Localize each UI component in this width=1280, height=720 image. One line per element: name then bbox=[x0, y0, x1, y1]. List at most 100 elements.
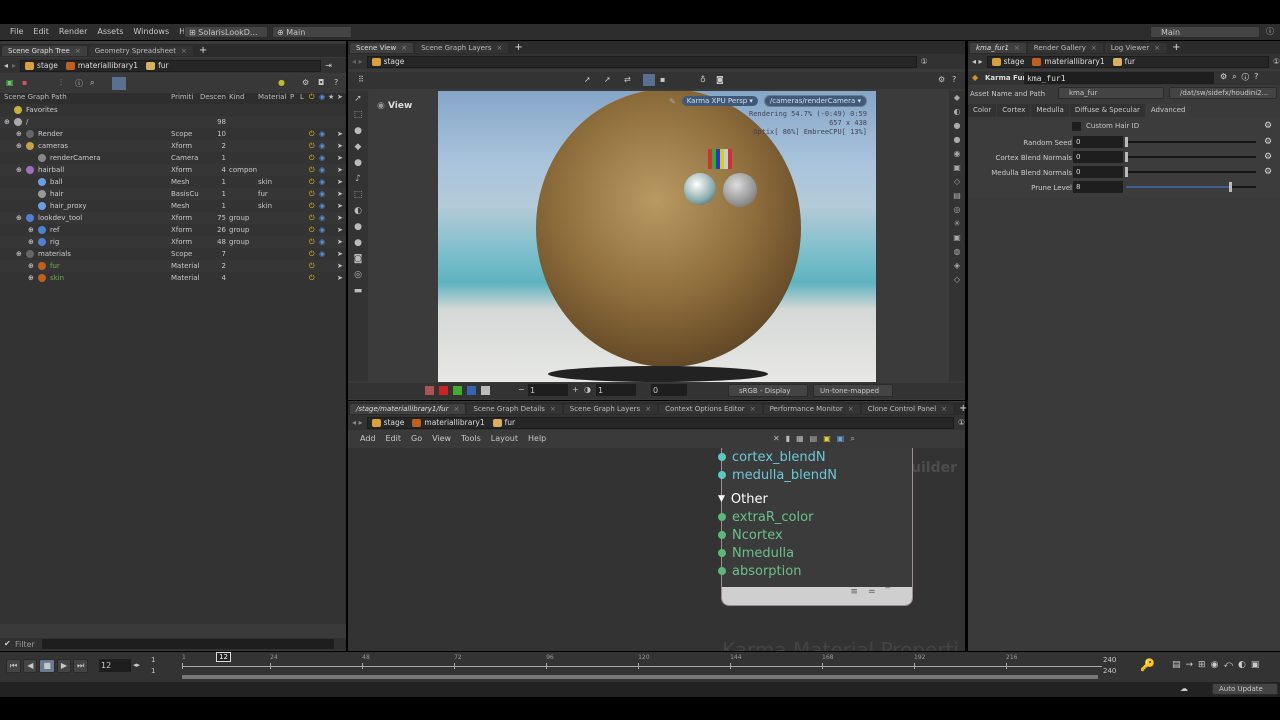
tree-row[interactable]: hair_proxy Mesh 1 skin ⏻ ◉ ➤ bbox=[0, 200, 346, 212]
tonemap-select[interactable]: Un-tone-mapped bbox=[813, 384, 893, 397]
selectable-toggle-icon[interactable]: ➤ bbox=[337, 250, 343, 258]
subtab-advanced[interactable]: Advanced bbox=[1145, 104, 1191, 117]
tree-row[interactable]: ⊕ skin Material 4 ⏻ ➤ bbox=[0, 272, 346, 284]
tab-log-viewer[interactable]: Log Viewer × bbox=[1104, 42, 1167, 53]
node-port[interactable]: extraR_color bbox=[718, 508, 813, 526]
add-tab-button[interactable]: + bbox=[510, 42, 526, 53]
tab-kma-fur1[interactable]: kma_fur1 × bbox=[970, 42, 1026, 53]
network-canvas[interactable]: VEX Builder Karma Material Properti cort… bbox=[348, 448, 965, 651]
range-slider[interactable] bbox=[182, 675, 1098, 679]
active-toggle-icon[interactable]: ⏻ bbox=[309, 214, 315, 223]
link-icon[interactable]: ① bbox=[1273, 57, 1280, 66]
crumb-fur[interactable]: fur bbox=[1112, 57, 1135, 66]
node-header-icons[interactable]: ⚙⌕ⓘ? bbox=[1220, 72, 1263, 82]
light-icon[interactable]: ♁ bbox=[700, 75, 706, 84]
menu-help[interactable]: Help bbox=[528, 434, 546, 443]
col-l[interactable]: L bbox=[300, 93, 304, 101]
port-dot-icon[interactable] bbox=[718, 531, 726, 539]
parm-value-field[interactable]: 0 bbox=[1073, 136, 1123, 148]
gear-icon[interactable]: ⚙ bbox=[302, 78, 309, 87]
timeline-tool-icons[interactable]: ▤→⊞◉⤺◐▣ bbox=[1172, 660, 1264, 670]
selectable-toggle-icon[interactable]: ➤ bbox=[337, 190, 343, 198]
node-box[interactable]: cortex_blendN medulla_blendN ▼ Other extra… bbox=[718, 448, 913, 606]
search-icon[interactable]: ⌕ bbox=[90, 78, 94, 88]
active-toggle-icon[interactable]: ⏻ bbox=[309, 166, 315, 175]
tree-row[interactable]: ⊕ hairball Xform 4 compon ⏻ ◉ ➤ bbox=[0, 164, 346, 176]
visibility-toggle-icon[interactable]: ◉ bbox=[319, 142, 325, 150]
camera-icon[interactable]: ◘ bbox=[318, 78, 324, 87]
tab-clone-control-panel[interactable]: Clone Control Panel × bbox=[861, 403, 954, 414]
col-primitive[interactable]: Primiti bbox=[171, 93, 193, 101]
menu-render[interactable]: Render bbox=[59, 27, 87, 36]
auto-key-icon[interactable]: 🔑 bbox=[1140, 658, 1155, 672]
selectable-toggle-icon[interactable]: ➤ bbox=[337, 262, 343, 270]
visibility-toggle-icon[interactable]: ◉ bbox=[319, 226, 325, 234]
start-frame-field-2[interactable]: 1 bbox=[151, 667, 155, 675]
selectable-toggle-icon[interactable]: ➤ bbox=[337, 166, 343, 174]
add-tab-button[interactable]: + bbox=[195, 45, 211, 56]
parm-slider[interactable] bbox=[1125, 167, 1256, 177]
node-port[interactable]: absorption bbox=[718, 562, 813, 580]
expand-icon[interactable]: ⊕ bbox=[28, 226, 34, 234]
time-ruler[interactable] bbox=[182, 666, 1102, 667]
port-dot-icon[interactable] bbox=[718, 471, 726, 479]
tab-scene-graph-details[interactable]: Scene Graph Details × bbox=[467, 403, 562, 414]
parm-slider[interactable] bbox=[1125, 137, 1256, 147]
gear-icon[interactable]: ⚙ bbox=[938, 75, 945, 84]
crumb-stage[interactable]: stage bbox=[25, 61, 58, 70]
blue-channel-button[interactable] bbox=[467, 386, 476, 395]
search-icon[interactable]: ⌕ bbox=[850, 434, 860, 443]
alpha-channel-button[interactable] bbox=[481, 386, 490, 395]
desktop-select[interactable]: ⊞ SolarisLookD... bbox=[184, 26, 268, 38]
tab-scene-graph-layers[interactable]: Scene Graph Layers × bbox=[415, 42, 509, 53]
link-icon[interactable]: ① bbox=[921, 57, 928, 66]
tree-row[interactable]: ⊕ materials Scope 7 ⏻ ◉ ➤ bbox=[0, 248, 346, 260]
help-icon[interactable]: ⓘ bbox=[1266, 26, 1274, 37]
expand-icon[interactable]: ⊕ bbox=[16, 214, 22, 222]
forward-icon[interactable]: ▸ bbox=[12, 61, 16, 70]
selectable-toggle-icon[interactable]: ➤ bbox=[337, 238, 343, 246]
tree-row[interactable]: ⊕ / 98 bbox=[0, 116, 346, 128]
select-mode-icon[interactable] bbox=[112, 77, 126, 90]
gear-icon[interactable]: ⚙ bbox=[1264, 167, 1272, 177]
step-buttons[interactable]: ◂▸ bbox=[133, 661, 140, 669]
display-icon[interactable]: ◙ bbox=[716, 75, 724, 84]
help-icon[interactable]: ? bbox=[334, 78, 338, 87]
tab-scene-graph-tree[interactable]: Scene Graph Tree × bbox=[2, 45, 87, 56]
grid-menu-icon[interactable]: ⠿ bbox=[358, 75, 364, 84]
expand-icon[interactable]: ⊕ bbox=[28, 238, 34, 246]
menu-file[interactable]: File bbox=[10, 27, 23, 36]
tab--stage-materiallibrary1-fur[interactable]: /stage/materiallibrary1/fur × bbox=[350, 403, 466, 414]
node-port[interactable]: Ncortex bbox=[718, 526, 813, 544]
end-frame-field[interactable]: 240 bbox=[1103, 656, 1116, 664]
crumb-fur[interactable]: fur bbox=[146, 61, 169, 70]
visibility-toggle-icon[interactable]: ◉ bbox=[319, 190, 325, 198]
image-icon[interactable]: ▣ bbox=[837, 434, 851, 443]
right-context-select[interactable]: Main bbox=[1150, 26, 1260, 38]
play-reverse-button[interactable]: ◀ bbox=[23, 659, 38, 673]
colorspace-select[interactable]: sRGB - Display bbox=[728, 384, 808, 397]
asset-name-select[interactable]: kma_fur bbox=[1058, 87, 1164, 99]
subtab-medulla[interactable]: Medulla bbox=[1031, 104, 1069, 117]
rgb-channel-button[interactable] bbox=[425, 386, 434, 395]
node-port[interactable]: medulla_blendN bbox=[718, 466, 837, 484]
menu-view[interactable]: View bbox=[432, 434, 451, 443]
selectable-toggle-icon[interactable]: ➤ bbox=[337, 214, 343, 222]
selectable-toggle-icon[interactable]: ➤ bbox=[337, 202, 343, 210]
gear-icon[interactable]: ⚙ bbox=[1264, 137, 1272, 147]
renderer-menu[interactable]: Karma XPU Persp ▾ bbox=[681, 96, 758, 106]
camera-menu[interactable]: /cameras/renderCamera ▾ bbox=[763, 95, 868, 107]
expand-icon[interactable]: ⊕ bbox=[4, 118, 10, 126]
crumb-materiallibrary[interactable]: materiallibrary1 bbox=[412, 418, 485, 427]
menu-assets[interactable]: Assets bbox=[97, 27, 123, 36]
visibility-toggle-icon[interactable]: ◉ bbox=[319, 178, 325, 186]
tree-row[interactable]: ⊕ cameras Xform 2 ⏻ ◉ ➤ bbox=[0, 140, 346, 152]
active-toggle-icon[interactable]: ⏻ bbox=[309, 154, 315, 163]
crumb-materiallibrary[interactable]: materiallibrary1 bbox=[1032, 57, 1105, 66]
last-frame-button[interactable]: ⏭ bbox=[73, 659, 89, 673]
frame-field[interactable]: 12 bbox=[99, 659, 131, 672]
pin-icon[interactable]: ⇥ bbox=[325, 61, 332, 70]
filter-input[interactable] bbox=[42, 639, 334, 649]
tab-scene-view[interactable]: Scene View × bbox=[350, 42, 414, 53]
crumb-stage[interactable]: stage bbox=[371, 418, 404, 427]
